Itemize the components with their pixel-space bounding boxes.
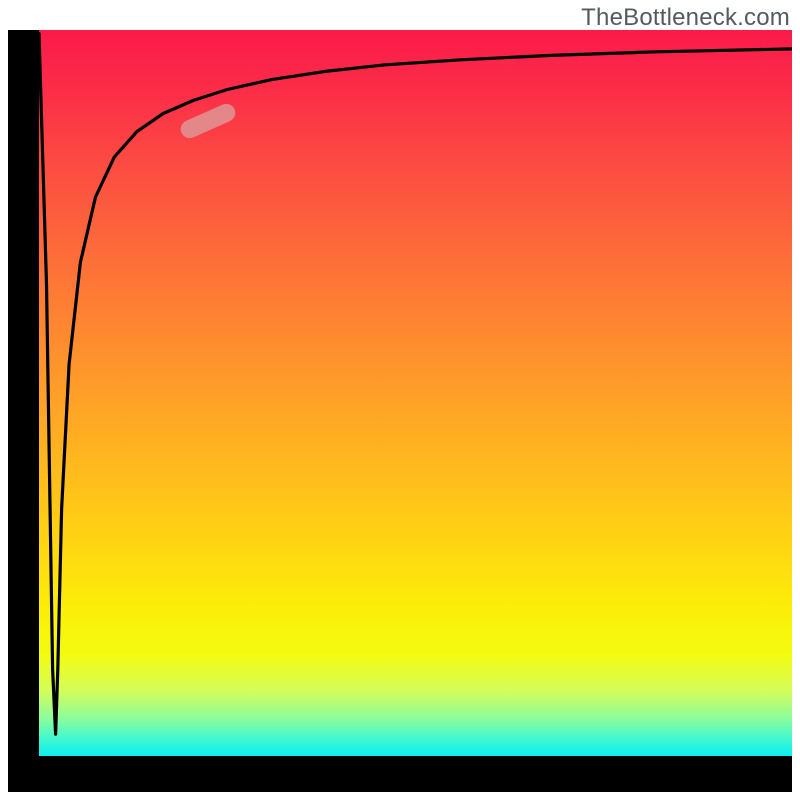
curve-svg: [39, 30, 792, 756]
watermark-text: TheBottleneck.com: [581, 4, 790, 32]
chart-container: TheBottleneck.com: [0, 0, 800, 800]
plot-area: [39, 30, 792, 756]
curve-line: [39, 34, 792, 735]
plot-frame: [8, 30, 792, 792]
